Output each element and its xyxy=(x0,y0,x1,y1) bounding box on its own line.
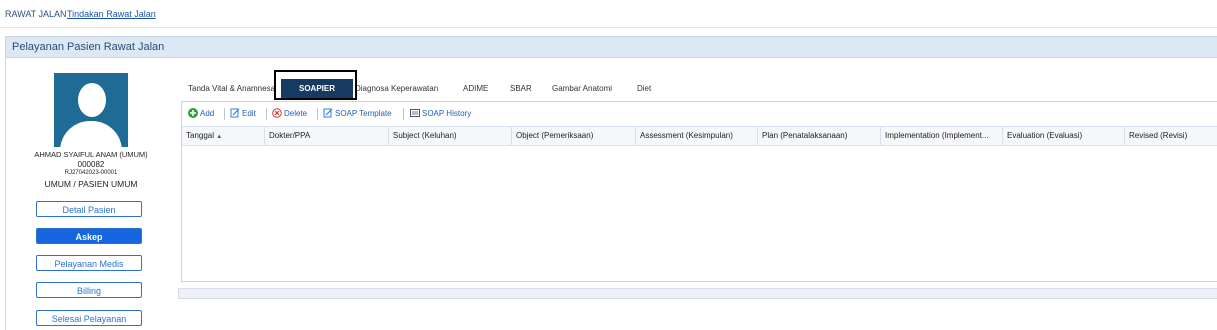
pelayanan-medis-button[interactable]: Pelayanan Medis xyxy=(36,255,142,271)
history-icon xyxy=(410,109,420,117)
tab-diet[interactable]: Diet xyxy=(637,79,651,98)
toolbar-separator xyxy=(266,108,267,120)
edit-label: Edit xyxy=(242,109,256,118)
column-header-dokter[interactable]: Dokter/PPA xyxy=(265,127,389,145)
table-header: Tanggal ▲ Dokter/PPA Subject (Keluhan) O… xyxy=(182,126,1217,146)
column-header-subject[interactable]: Subject (Keluhan) xyxy=(389,127,512,145)
column-header-plan[interactable]: Plan (Penatalaksanaan) xyxy=(758,127,881,145)
tab-soapier[interactable]: SOAPIER xyxy=(281,79,353,98)
column-header-revised[interactable]: Revised (Revisi) xyxy=(1125,127,1217,145)
delete-button[interactable]: Delete xyxy=(272,107,307,121)
panel-title: Pelayanan Pasien Rawat Jalan xyxy=(12,41,165,53)
toolbar-separator xyxy=(224,108,225,120)
toolbar-separator xyxy=(403,108,404,120)
edit-icon xyxy=(230,108,240,118)
soap-template-button[interactable]: SOAP Template xyxy=(323,107,392,121)
column-header-object[interactable]: Object (Pemeriksaan) xyxy=(512,127,636,145)
tab-sbar[interactable]: SBAR xyxy=(510,79,532,98)
delete-label: Delete xyxy=(284,109,308,118)
selesai-pelayanan-button[interactable]: Selesai Pelayanan xyxy=(36,310,142,326)
soap-history-label: SOAP History xyxy=(422,109,472,118)
panel-header: Pelayanan Pasien Rawat Jalan xyxy=(5,36,1217,58)
askep-button[interactable]: Askep xyxy=(36,228,142,244)
column-label: Tanggal xyxy=(186,131,215,140)
plus-circle-icon xyxy=(188,108,198,118)
tab-diagnosa-keperawatan[interactable]: Diagnosa Keperawatan xyxy=(355,79,438,98)
avatar-head-icon xyxy=(78,83,106,117)
column-header-implementation[interactable]: Implementation (Implement... xyxy=(881,127,1003,145)
column-header-tanggal[interactable]: Tanggal ▲ xyxy=(182,127,265,145)
grid-bottom-strip xyxy=(178,288,1217,299)
tab-gambar-anatomi[interactable]: Gambar Anatomi xyxy=(552,79,612,98)
add-button[interactable]: Add xyxy=(188,107,214,121)
tab-tanda-vital[interactable]: Tanda Vital & Anamnesa xyxy=(188,79,275,98)
breadcrumb-tindakan-rawat-jalan[interactable]: Tindakan Rawat Jalan xyxy=(67,9,156,19)
patient-id: 000082 xyxy=(77,160,105,169)
add-label: Add xyxy=(200,109,215,118)
delete-icon xyxy=(272,108,282,118)
sort-asc-icon: ▲ xyxy=(216,134,223,140)
column-header-evaluation[interactable]: Evaluation (Evaluasi) xyxy=(1003,127,1125,145)
top-breadcrumb-bar: RAWAT JALAN Tindakan Rawat Jalan xyxy=(0,0,1217,28)
template-icon xyxy=(323,108,333,118)
soap-template-label: SOAP Template xyxy=(335,109,392,118)
toolbar-separator xyxy=(317,108,318,120)
patient-registration-number: RJ27042023-00001 xyxy=(64,170,118,176)
breadcrumb-rawat-jalan[interactable]: RAWAT JALAN xyxy=(5,9,67,19)
patient-avatar xyxy=(54,73,128,147)
billing-button[interactable]: Billing xyxy=(36,282,142,298)
patient-type: UMUM / PASIEN UMUM xyxy=(44,179,138,189)
patient-name: AHMAD SYAIFUL ANAM (UMUM) xyxy=(34,150,148,159)
soap-history-button[interactable]: SOAP History xyxy=(410,107,471,121)
soap-grid: Add Edit Delete SOAP Template SOAP Histo… xyxy=(181,101,1217,282)
edit-button[interactable]: Edit xyxy=(230,107,256,121)
column-header-assessment[interactable]: Assessment (Kesimpulan) xyxy=(636,127,758,145)
tab-adime[interactable]: ADIME xyxy=(463,79,488,98)
detail-pasien-button[interactable]: Detail Pasien xyxy=(36,201,142,217)
grid-toolbar: Add Edit Delete SOAP Template SOAP Histo… xyxy=(182,102,1217,126)
avatar-body-icon xyxy=(60,121,122,147)
